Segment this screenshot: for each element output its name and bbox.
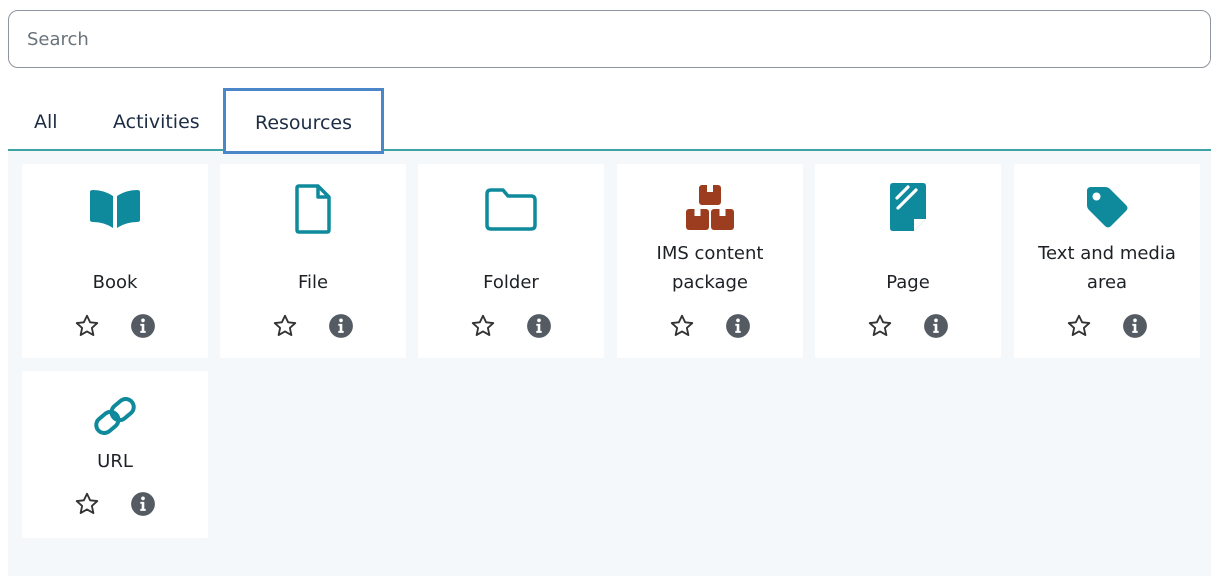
tab-bar: All Activities Resources xyxy=(8,88,1211,154)
book-icon xyxy=(22,184,208,234)
tab-activities[interactable]: Activities xyxy=(113,88,200,149)
resource-label: Book xyxy=(92,272,138,293)
resource-card-text-and-media-area[interactable]: Text and media area xyxy=(1014,164,1200,358)
folder-icon xyxy=(418,184,604,234)
info-icon[interactable] xyxy=(129,312,157,340)
star-icon[interactable] xyxy=(271,312,299,340)
resource-label: File xyxy=(297,272,329,293)
star-icon[interactable] xyxy=(668,312,696,340)
resource-label: IMS content package xyxy=(656,243,764,293)
resource-label: Text and media area xyxy=(1038,243,1176,293)
file-icon xyxy=(220,184,406,234)
ims-package-icon xyxy=(617,182,803,232)
resource-card-file[interactable]: File xyxy=(220,164,406,358)
info-icon[interactable] xyxy=(724,312,752,340)
resource-actions xyxy=(1014,311,1200,341)
info-icon[interactable] xyxy=(1121,312,1149,340)
info-icon[interactable] xyxy=(129,490,157,518)
resource-label: Page xyxy=(886,272,930,293)
resource-actions xyxy=(22,311,208,341)
resource-label: URL xyxy=(97,451,133,472)
resource-card-ims-content-package[interactable]: IMS content package xyxy=(617,164,803,358)
resource-card-page[interactable]: Page xyxy=(815,164,1001,358)
info-icon[interactable] xyxy=(327,312,355,340)
info-icon[interactable] xyxy=(922,312,950,340)
resource-card-url[interactable]: URL xyxy=(22,371,208,538)
resource-actions xyxy=(418,311,604,341)
star-icon[interactable] xyxy=(73,490,101,518)
link-icon xyxy=(22,391,208,441)
tab-all[interactable]: All xyxy=(34,88,58,149)
resource-actions xyxy=(815,311,1001,341)
star-icon[interactable] xyxy=(469,312,497,340)
page-icon xyxy=(815,182,1001,232)
info-icon[interactable] xyxy=(525,312,553,340)
tag-icon xyxy=(1014,182,1200,232)
resource-label: Folder xyxy=(483,272,539,293)
resource-card-book[interactable]: Book xyxy=(22,164,208,358)
search-box[interactable] xyxy=(8,10,1211,68)
star-icon[interactable] xyxy=(73,312,101,340)
resource-actions xyxy=(22,489,208,519)
star-icon[interactable] xyxy=(1065,312,1093,340)
resource-grid: Book File Folder IMS content package Pag… xyxy=(8,151,1211,576)
resource-actions xyxy=(617,311,803,341)
star-icon[interactable] xyxy=(866,312,894,340)
resource-actions xyxy=(220,311,406,341)
resource-card-folder[interactable]: Folder xyxy=(418,164,604,358)
tab-resources[interactable]: Resources xyxy=(223,88,384,154)
search-input[interactable] xyxy=(9,11,1210,67)
